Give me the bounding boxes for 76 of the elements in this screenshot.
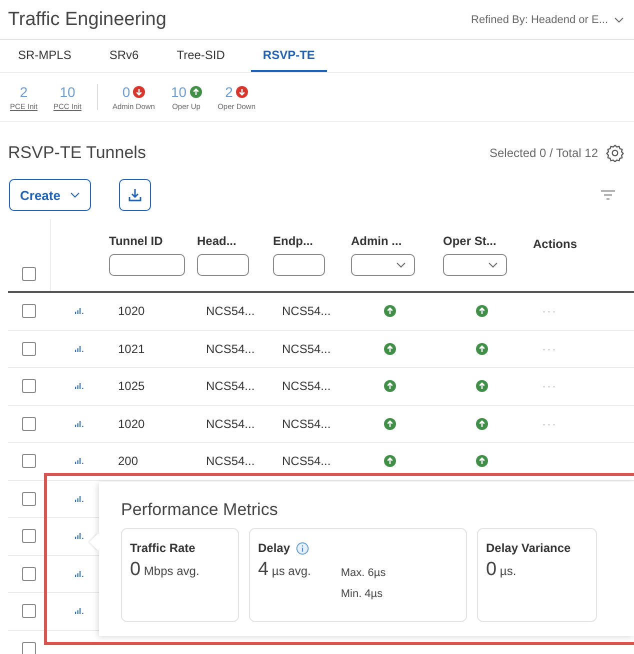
tab[interactable]: SRv6 bbox=[97, 40, 151, 72]
metric-title: Delay Variance bbox=[486, 541, 571, 555]
tunnel-id: 1020 bbox=[118, 416, 145, 431]
chevron-icon bbox=[488, 262, 498, 268]
tunnel-id: 1021 bbox=[118, 342, 145, 356]
section-title: RSVP-TE Tunnels bbox=[8, 143, 146, 163]
bar-chart-icon[interactable] bbox=[74, 346, 84, 352]
metric-title: Delay bbox=[258, 541, 290, 555]
popover-title: Performance Metrics bbox=[121, 500, 279, 520]
column-header[interactable]: Admin ... bbox=[351, 234, 443, 248]
min-value: Min. 4µs bbox=[340, 588, 384, 600]
checkbox[interactable] bbox=[22, 604, 36, 618]
checkbox[interactable] bbox=[22, 566, 36, 581]
column-header[interactable]: Head... bbox=[197, 234, 273, 248]
metric-value: 4 µs avg. bbox=[258, 559, 311, 582]
create-button[interactable]: Create bbox=[9, 179, 92, 211]
headend-cell: NCS54... bbox=[206, 304, 255, 318]
column-header[interactable]: Endp... bbox=[273, 234, 351, 248]
bar-chart-icon[interactable] bbox=[74, 570, 84, 577]
stat-count: 0 bbox=[122, 84, 130, 100]
download-icon bbox=[127, 187, 144, 203]
chevron-icon bbox=[614, 16, 624, 22]
bar-chart-icon[interactable] bbox=[74, 308, 84, 314]
column-header[interactable]: Actions bbox=[533, 237, 603, 251]
max-value: Max. 6µs bbox=[340, 567, 386, 579]
filter-input[interactable] bbox=[197, 254, 249, 276]
checkbox[interactable] bbox=[22, 492, 36, 506]
tab[interactable]: RSVP-TE bbox=[250, 40, 327, 72]
checkbox[interactable] bbox=[22, 416, 36, 431]
filter-select[interactable] bbox=[443, 254, 507, 276]
filter-input[interactable] bbox=[109, 254, 185, 276]
headend-cell: NCS54... bbox=[206, 342, 255, 356]
checkbox[interactable] bbox=[22, 529, 36, 544]
filter-input[interactable] bbox=[273, 254, 325, 276]
page-title: Traffic Engineering bbox=[8, 8, 166, 30]
stat-count: 2 bbox=[225, 84, 233, 100]
settings-icon[interactable] bbox=[606, 144, 624, 162]
checkbox[interactable] bbox=[22, 379, 36, 394]
checkbox[interactable] bbox=[22, 642, 36, 654]
bar-chart-icon[interactable] bbox=[74, 533, 84, 540]
tab[interactable]: SR-MPLS bbox=[8, 40, 84, 72]
chevron-icon bbox=[70, 192, 80, 198]
info-icon[interactable] bbox=[296, 542, 310, 554]
selection-summary: Selected 0 / Total 12 bbox=[489, 146, 598, 160]
bar-chart-icon[interactable] bbox=[74, 608, 84, 614]
endpoint-cell: NCS54... bbox=[282, 454, 331, 468]
bar-chart-icon[interactable] bbox=[74, 383, 84, 390]
checkbox[interactable] bbox=[22, 304, 36, 318]
tab[interactable]: Tree-SID bbox=[164, 40, 237, 72]
metric-title: Traffic Rate bbox=[130, 541, 196, 555]
filter-dropdown[interactable]: Refined By: Headend or E... bbox=[471, 14, 624, 26]
filter-icon[interactable] bbox=[600, 190, 616, 200]
tunnel-id: 1020 bbox=[118, 304, 145, 318]
metric-value: 0 µs. bbox=[486, 559, 516, 581]
column-header[interactable]: Tunnel ID bbox=[109, 234, 197, 248]
column-header[interactable]: Oper St... bbox=[443, 234, 533, 248]
checkbox[interactable] bbox=[22, 267, 36, 281]
bar-chart-icon[interactable] bbox=[74, 420, 84, 427]
checkbox[interactable] bbox=[22, 342, 36, 356]
filter-select[interactable] bbox=[351, 254, 415, 276]
endpoint-cell: NCS54... bbox=[282, 416, 331, 431]
headend-cell: NCS54... bbox=[206, 379, 255, 394]
headend-cell: NCS54... bbox=[206, 454, 255, 468]
download-button[interactable] bbox=[119, 179, 152, 211]
endpoint-cell: NCS54... bbox=[282, 342, 331, 356]
checkbox[interactable] bbox=[22, 454, 36, 468]
endpoint-cell: NCS54... bbox=[282, 304, 331, 318]
endpoint-cell: NCS54... bbox=[282, 379, 331, 394]
stat-count: 10 bbox=[170, 84, 187, 100]
metric-value: 0 Mbps avg. bbox=[130, 559, 200, 581]
bar-chart-icon[interactable] bbox=[74, 496, 84, 502]
tunnel-id: 200 bbox=[118, 454, 138, 468]
headend-cell: NCS54... bbox=[206, 416, 255, 431]
bar-chart-icon[interactable] bbox=[74, 458, 84, 464]
chevron-icon bbox=[396, 262, 406, 268]
tunnel-id: 1025 bbox=[118, 379, 145, 394]
